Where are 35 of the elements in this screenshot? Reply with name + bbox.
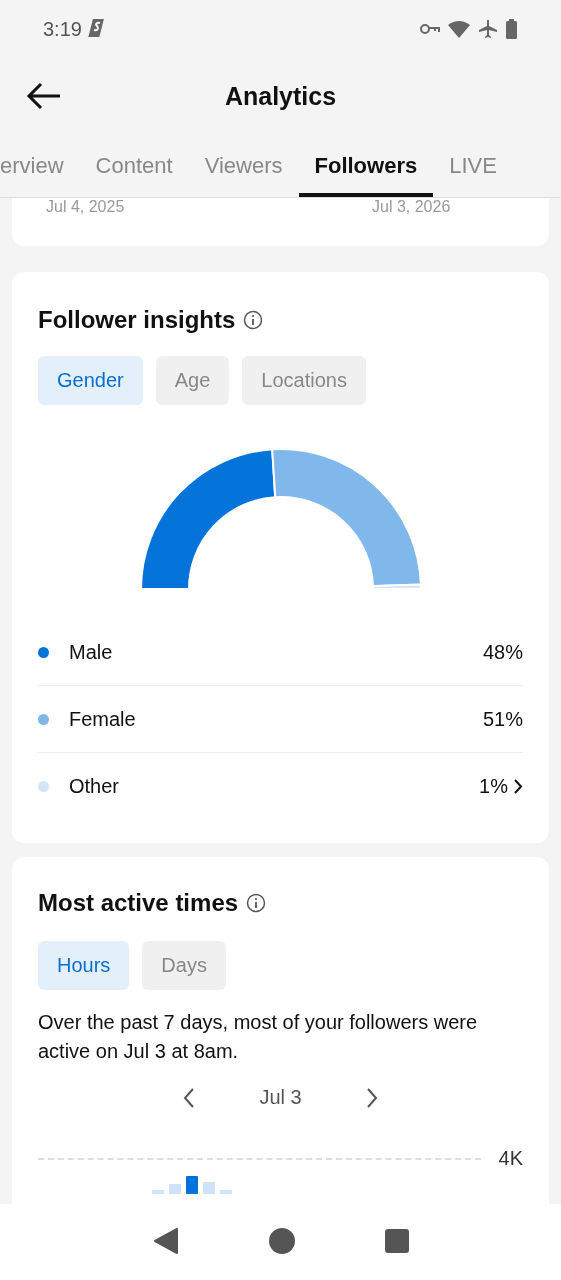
tab[interactable]: erview bbox=[0, 134, 80, 197]
section-title: Follower insights bbox=[38, 306, 236, 334]
filter-chip[interactable]: Age bbox=[155, 356, 230, 405]
app-logo-icon bbox=[87, 18, 106, 40]
tab[interactable]: Viewers bbox=[188, 134, 299, 197]
legend-value: 51% bbox=[482, 707, 523, 731]
tab[interactable]: LIVE bbox=[433, 134, 513, 197]
back-button[interactable] bbox=[26, 82, 62, 110]
info-icon[interactable] bbox=[246, 893, 267, 913]
battery-icon bbox=[506, 19, 517, 39]
filter-chip[interactable]: Gender bbox=[38, 356, 143, 405]
filter-chip[interactable]: Hours bbox=[38, 941, 130, 990]
legend-label: Male bbox=[69, 640, 113, 664]
wifi-icon bbox=[448, 20, 470, 38]
section-title: Most active times bbox=[38, 889, 239, 917]
legend-label: Other bbox=[69, 774, 120, 798]
end-date: Jul 3, 2026 bbox=[372, 198, 451, 216]
legend-label: Female bbox=[69, 707, 136, 731]
chevron-right-icon[interactable] bbox=[514, 778, 523, 794]
page-title: Analytics bbox=[224, 81, 337, 111]
legend-value: 1% bbox=[479, 774, 508, 798]
filter-chip[interactable]: Days bbox=[142, 941, 226, 990]
summary-text: Over the past 7 days, most of your followers were active on Jul 3 at 8am. bbox=[38, 1010, 478, 1064]
status-time: 3:19 bbox=[43, 17, 82, 41]
start-date: Jul 4, 2025 bbox=[46, 198, 125, 216]
key-icon bbox=[420, 23, 440, 35]
airplane-icon bbox=[478, 19, 498, 39]
date-label: Jul 3 bbox=[259, 1086, 302, 1109]
legend-value: 48% bbox=[482, 640, 523, 664]
recents-nav-icon[interactable] bbox=[384, 1228, 409, 1256]
filter-chip[interactable]: Locations bbox=[242, 356, 366, 405]
info-icon[interactable] bbox=[243, 310, 264, 330]
home-nav-icon[interactable] bbox=[268, 1227, 295, 1257]
axis-tick-label: 4K bbox=[498, 1147, 523, 1170]
tab[interactable]: Content bbox=[79, 134, 189, 197]
